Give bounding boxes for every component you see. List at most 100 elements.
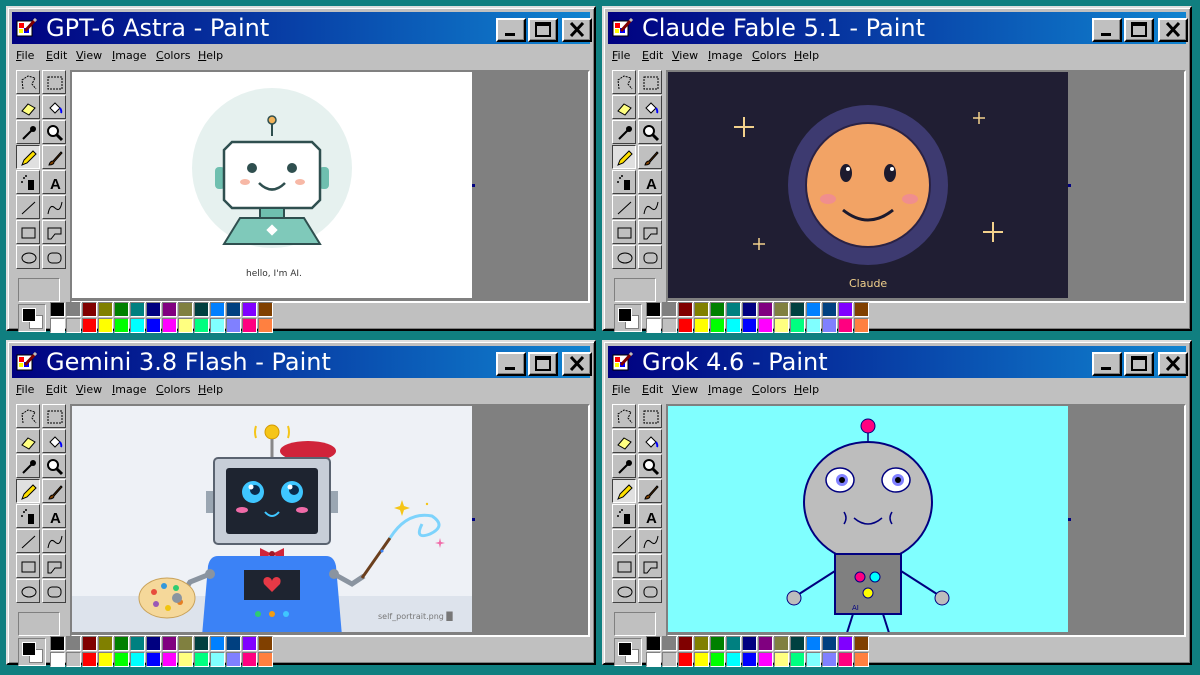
- tool-rect-select[interactable]: [42, 404, 66, 428]
- menu-image[interactable]: Image: [112, 48, 146, 64]
- palette-swatch[interactable]: [146, 318, 161, 333]
- close-button[interactable]: [1158, 18, 1188, 42]
- tool-pencil[interactable]: [612, 145, 636, 169]
- canvas-resize-handle[interactable]: [1068, 184, 1071, 187]
- tool-airbrush[interactable]: [16, 504, 40, 528]
- palette-swatch[interactable]: [710, 318, 725, 333]
- close-button[interactable]: [562, 18, 592, 42]
- palette-swatch[interactable]: [758, 318, 773, 333]
- tool-brush[interactable]: [638, 145, 662, 169]
- tool-rounded-rectangle[interactable]: [638, 579, 662, 603]
- palette-swatch[interactable]: [98, 318, 113, 333]
- tool-brush[interactable]: [42, 479, 66, 503]
- palette-swatch[interactable]: [662, 318, 677, 333]
- palette-swatch[interactable]: [646, 652, 661, 667]
- tool-free-select[interactable]: [16, 70, 40, 94]
- minimize-button[interactable]: [496, 18, 526, 42]
- tool-color-picker[interactable]: [16, 120, 40, 144]
- tool-options-box[interactable]: [614, 278, 656, 302]
- palette-swatch[interactable]: [258, 652, 273, 667]
- tool-eraser[interactable]: [16, 95, 40, 119]
- palette-swatch[interactable]: [178, 302, 193, 317]
- palette-swatch[interactable]: [710, 652, 725, 667]
- tool-brush[interactable]: [638, 479, 662, 503]
- palette-swatch[interactable]: [226, 652, 241, 667]
- canvas-resize-handle[interactable]: [472, 184, 475, 187]
- tool-magnifier[interactable]: [42, 454, 66, 478]
- close-button[interactable]: [562, 352, 592, 376]
- palette-swatch[interactable]: [66, 302, 81, 317]
- palette-swatch[interactable]: [726, 318, 741, 333]
- palette-swatch[interactable]: [742, 318, 757, 333]
- menu-image[interactable]: Image: [112, 382, 146, 398]
- menu-colors[interactable]: Colors: [752, 382, 786, 398]
- tool-rectangle[interactable]: [612, 554, 636, 578]
- menu-colors[interactable]: Colors: [156, 382, 190, 398]
- foreground-color[interactable]: [618, 308, 632, 322]
- menu-help[interactable]: Help: [198, 382, 223, 398]
- palette-swatch[interactable]: [194, 302, 209, 317]
- tool-polygon[interactable]: [42, 554, 66, 578]
- palette-swatch[interactable]: [242, 636, 257, 651]
- palette-swatch[interactable]: [146, 636, 161, 651]
- tool-free-select[interactable]: [612, 404, 636, 428]
- palette-swatch[interactable]: [694, 636, 709, 651]
- drawing-canvas[interactable]: self_portrait.png █: [72, 406, 472, 632]
- palette-swatch[interactable]: [162, 652, 177, 667]
- menu-edit[interactable]: Edit: [46, 48, 67, 64]
- menu-colors[interactable]: Colors: [156, 48, 190, 64]
- tool-color-picker[interactable]: [612, 454, 636, 478]
- menu-help[interactable]: Help: [794, 382, 819, 398]
- palette-swatch[interactable]: [242, 302, 257, 317]
- palette-swatch[interactable]: [646, 636, 661, 651]
- tool-rounded-rectangle[interactable]: [638, 245, 662, 269]
- drawing-canvas[interactable]: AI: [668, 406, 1068, 632]
- tool-eraser[interactable]: [612, 429, 636, 453]
- palette-swatch[interactable]: [822, 318, 837, 333]
- palette-swatch[interactable]: [194, 636, 209, 651]
- palette-swatch[interactable]: [726, 302, 741, 317]
- menu-view[interactable]: View: [76, 382, 102, 398]
- palette-swatch[interactable]: [742, 652, 757, 667]
- foreground-color[interactable]: [22, 642, 36, 656]
- foreground-color[interactable]: [618, 642, 632, 656]
- palette-swatch[interactable]: [774, 636, 789, 651]
- tool-magnifier[interactable]: [638, 120, 662, 144]
- menu-colors[interactable]: Colors: [752, 48, 786, 64]
- palette-swatch[interactable]: [694, 652, 709, 667]
- tool-polygon[interactable]: [638, 220, 662, 244]
- menu-edit[interactable]: Edit: [46, 382, 67, 398]
- palette-swatch[interactable]: [82, 652, 97, 667]
- menu-image[interactable]: Image: [708, 48, 742, 64]
- tool-text[interactable]: A: [638, 504, 662, 528]
- palette-swatch[interactable]: [114, 302, 129, 317]
- palette-swatch[interactable]: [258, 318, 273, 333]
- palette-swatch[interactable]: [838, 636, 853, 651]
- palette-swatch[interactable]: [822, 302, 837, 317]
- tool-line[interactable]: [612, 529, 636, 553]
- palette-swatch[interactable]: [162, 318, 177, 333]
- palette-swatch[interactable]: [242, 318, 257, 333]
- tool-ellipse[interactable]: [612, 579, 636, 603]
- palette-swatch[interactable]: [210, 652, 225, 667]
- tool-ellipse[interactable]: [16, 579, 40, 603]
- palette-swatch[interactable]: [662, 302, 677, 317]
- palette-swatch[interactable]: [806, 636, 821, 651]
- palette-swatch[interactable]: [710, 636, 725, 651]
- palette-swatch[interactable]: [98, 652, 113, 667]
- menu-file[interactable]: File: [16, 382, 34, 398]
- palette-swatch[interactable]: [758, 636, 773, 651]
- palette-swatch[interactable]: [130, 636, 145, 651]
- palette-swatch[interactable]: [822, 652, 837, 667]
- palette-swatch[interactable]: [210, 636, 225, 651]
- palette-swatch[interactable]: [646, 302, 661, 317]
- tool-eraser[interactable]: [612, 95, 636, 119]
- palette-swatch[interactable]: [130, 318, 145, 333]
- palette-swatch[interactable]: [662, 636, 677, 651]
- palette-swatch[interactable]: [50, 302, 65, 317]
- title-bar[interactable]: GPT-6 Astra - Paint: [12, 12, 592, 44]
- palette-swatch[interactable]: [130, 302, 145, 317]
- tool-rect-select[interactable]: [638, 70, 662, 94]
- palette-swatch[interactable]: [726, 652, 741, 667]
- minimize-button[interactable]: [496, 352, 526, 376]
